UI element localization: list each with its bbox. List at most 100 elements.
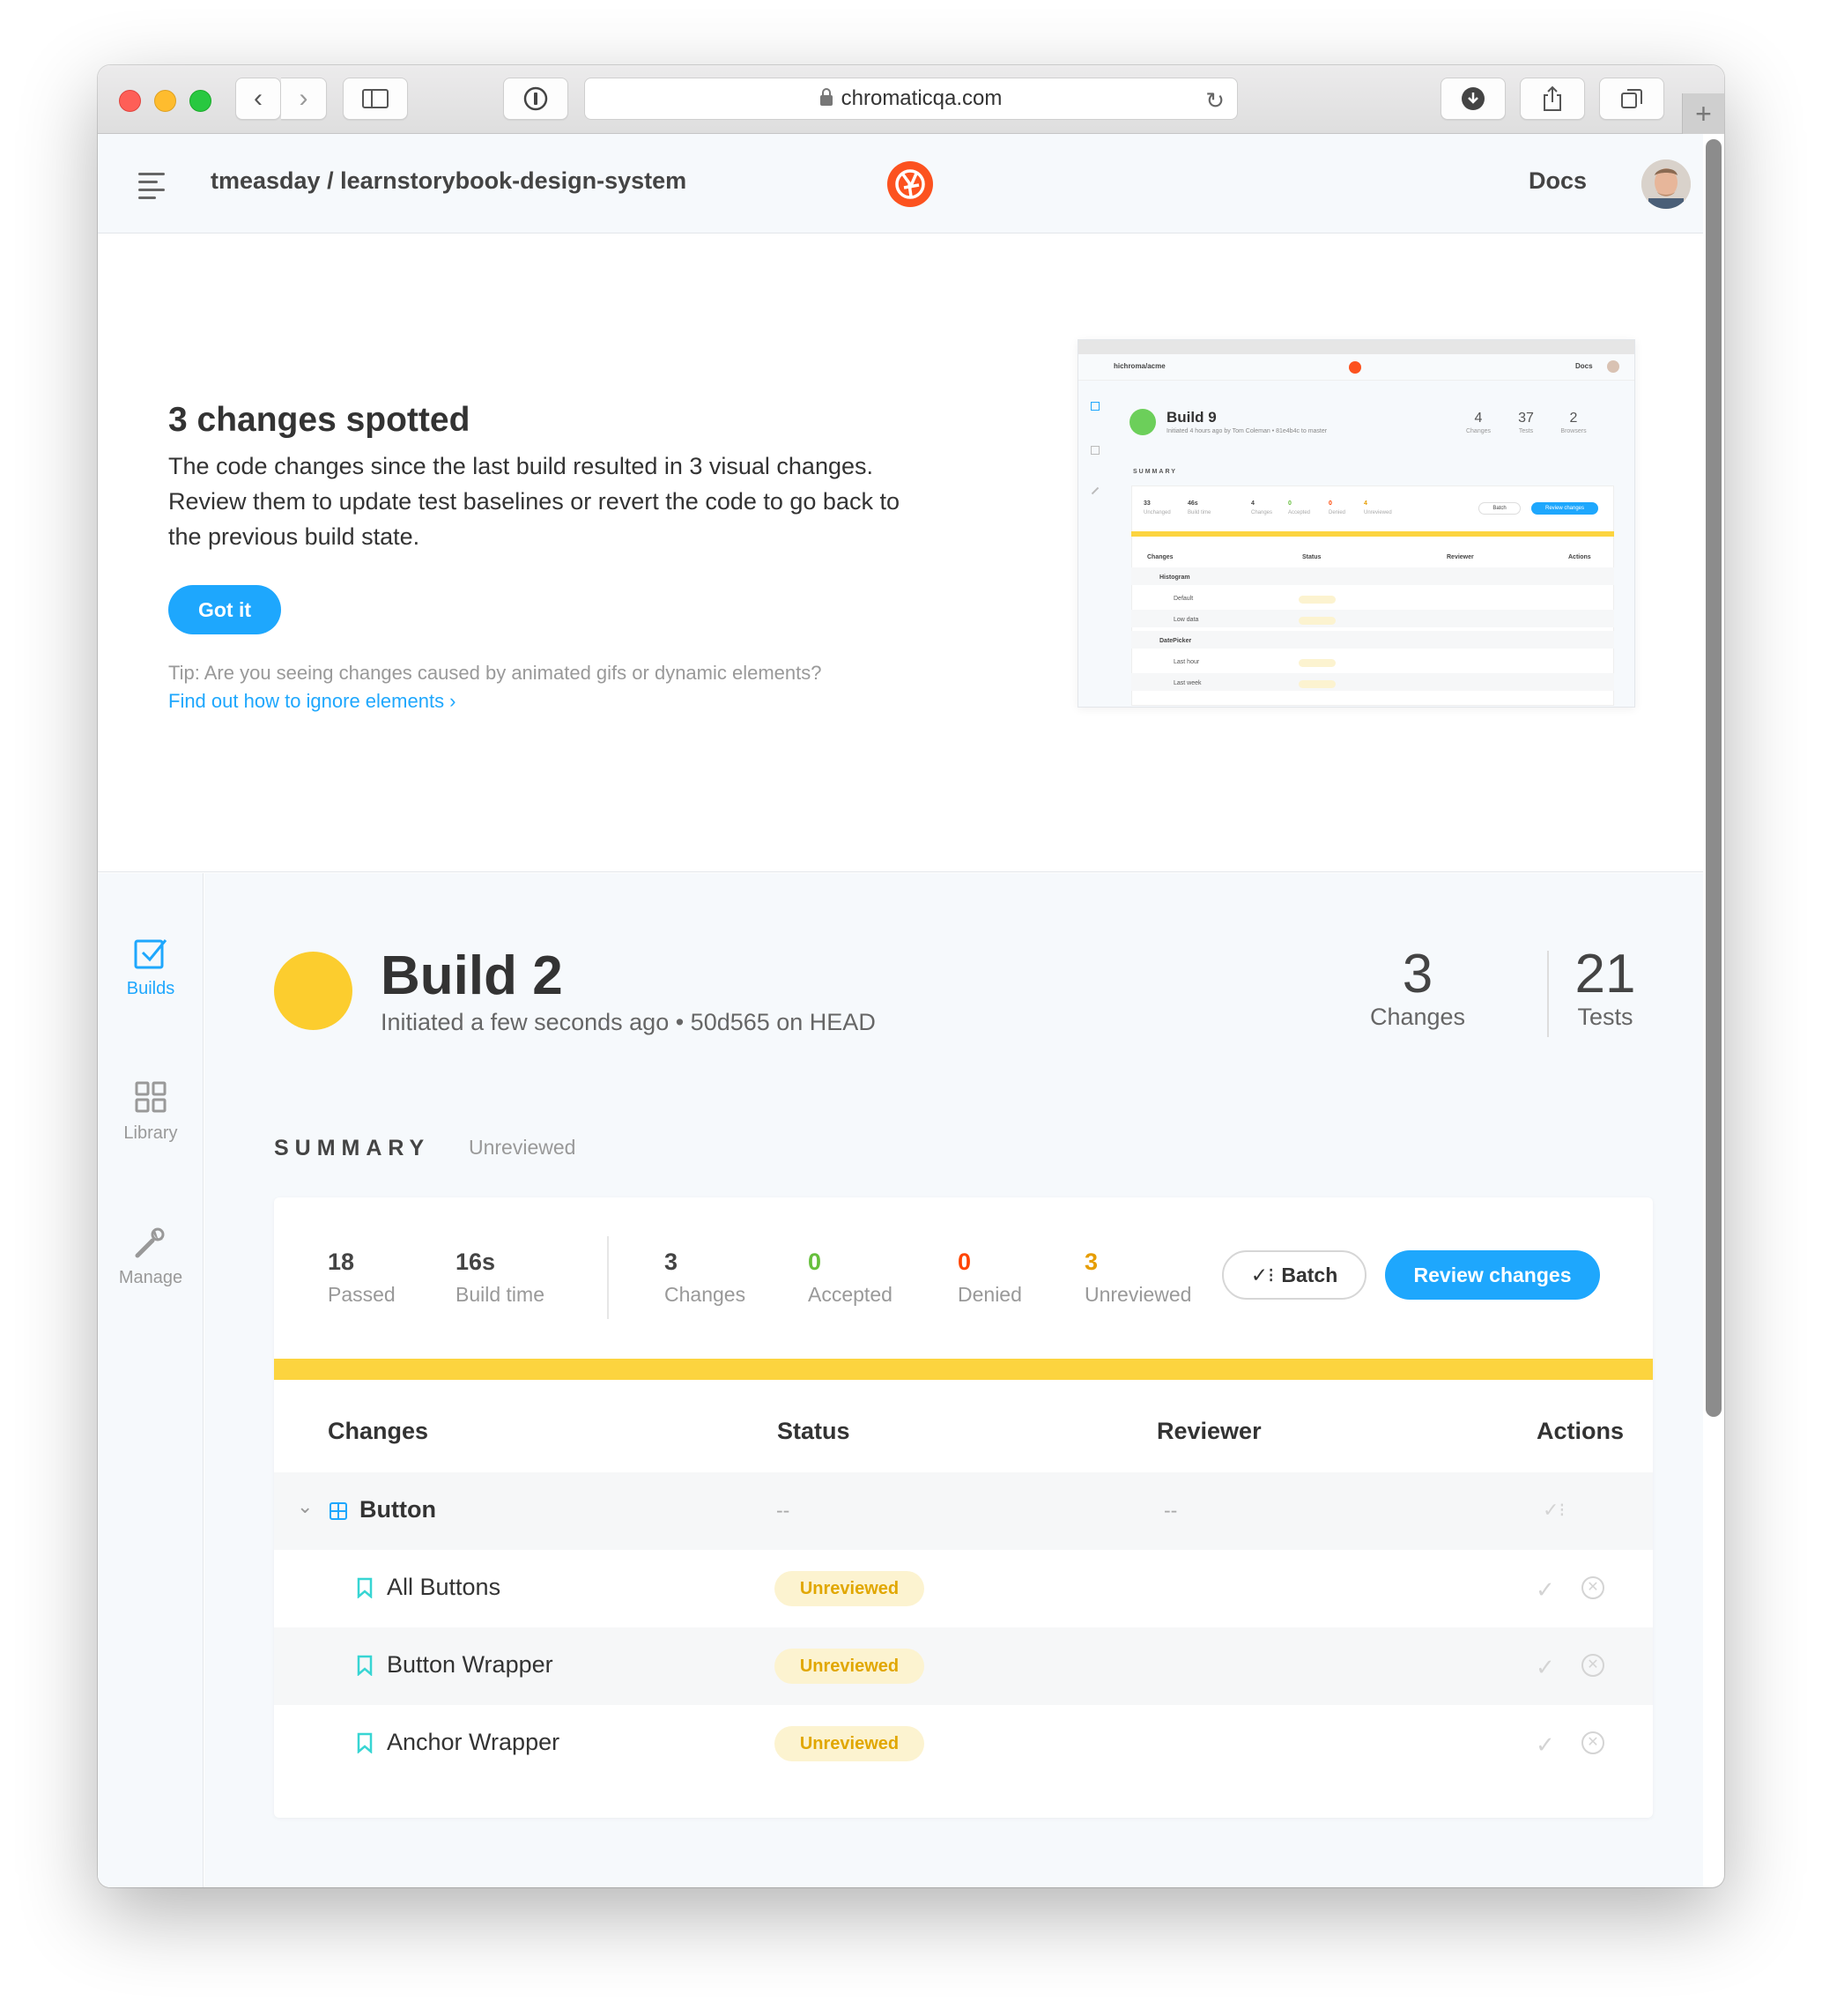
- thumb-column-header: Changes: [1147, 554, 1174, 560]
- bookmark-icon: [357, 1577, 373, 1598]
- story-row[interactable]: Anchor Wrapper Unreviewed ✓ ✕: [274, 1705, 1653, 1783]
- tests-stat: 21 Tests: [1561, 945, 1649, 1031]
- changes-stat-value: 3: [1402, 944, 1433, 1004]
- column-header-status: Status: [777, 1418, 850, 1444]
- thumb-logo: [1349, 361, 1361, 374]
- accept-check-icon[interactable]: ✓: [1536, 1731, 1555, 1759]
- tabs-icon: [1621, 89, 1642, 108]
- story-row[interactable]: Button Wrapper Unreviewed ✓ ✕: [274, 1627, 1653, 1705]
- review-changes-button[interactable]: Review changes: [1385, 1250, 1600, 1300]
- downloads-button[interactable]: [1441, 78, 1506, 120]
- grid-icon: [135, 1081, 167, 1113]
- plus-icon: +: [1695, 97, 1712, 130]
- menu-icon[interactable]: [138, 173, 165, 204]
- thumb-row-name: Last hour: [1174, 659, 1200, 665]
- story-name: Button Wrapper: [387, 1651, 553, 1678]
- thumb-mini-label: Build time: [1188, 510, 1211, 515]
- thumb-column-header: Actions: [1568, 554, 1591, 560]
- thumb-progress-bar: [1131, 531, 1614, 537]
- thumb-repo: hichroma/acme: [1114, 362, 1166, 370]
- reload-icon[interactable]: ↻: [1205, 87, 1225, 115]
- summary-heading: SUMMARY: [274, 1136, 431, 1160]
- tests-stat-label: Tests: [1577, 1004, 1633, 1030]
- share-button[interactable]: [1520, 78, 1585, 120]
- browser-window: ‹ › chromaticqa.com ↻ + tmeasday / learn…: [98, 65, 1724, 1887]
- thumb-titlebar: [1078, 340, 1634, 354]
- deny-icon[interactable]: ✕: [1581, 1576, 1604, 1599]
- sidebar-toggle-button[interactable]: [343, 78, 408, 120]
- password-manager-button[interactable]: [503, 78, 568, 120]
- bookmark-icon: [357, 1732, 373, 1753]
- got-it-button[interactable]: Got it: [168, 585, 281, 634]
- thumb-column-header: Reviewer: [1447, 554, 1474, 560]
- build-main: Build 2 Initiated a few seconds ago • 50…: [204, 873, 1703, 1887]
- side-nav: Builds Library Manage: [98, 873, 204, 1887]
- thumb-mini-label: Changes: [1251, 510, 1273, 515]
- minimize-window-button[interactable]: [154, 90, 176, 112]
- metric-value: 16s: [456, 1249, 496, 1275]
- thumb-mini-value: 46s: [1188, 500, 1198, 507]
- changes-stat: 3 Changes: [1360, 945, 1475, 1031]
- component-name: Button: [359, 1496, 436, 1523]
- thumb-group-row: [1131, 631, 1614, 649]
- thumb-batch-button: Batch: [1478, 502, 1521, 515]
- thumb-row-name: DatePicker: [1159, 638, 1192, 644]
- metric-label: Accepted: [808, 1283, 892, 1306]
- nav-item-builds[interactable]: Builds: [98, 935, 204, 999]
- thumb-column-header: Status: [1302, 554, 1322, 560]
- address-bar[interactable]: chromaticqa.com ↻: [584, 78, 1238, 120]
- accept-check-icon[interactable]: ✓: [1536, 1654, 1555, 1681]
- onboarding-tip: Tip: Are you seeing changes caused by an…: [168, 662, 822, 684]
- tabs-overview-button[interactable]: [1599, 78, 1664, 120]
- batch-accept-icon[interactable]: ✓⁝: [1543, 1499, 1565, 1522]
- close-window-button[interactable]: [119, 90, 141, 112]
- repo-name[interactable]: tmeasday / learnstorybook-design-system: [211, 167, 686, 195]
- deny-icon[interactable]: ✕: [1581, 1731, 1604, 1754]
- scrollbar[interactable]: [1706, 139, 1722, 1417]
- chevron-down-icon[interactable]: ⌄: [297, 1495, 313, 1518]
- chromatic-logo[interactable]: [887, 161, 933, 207]
- thumb-builds-icon: [1091, 402, 1100, 411]
- thumb-mini-value: 4: [1251, 500, 1255, 507]
- stat-divider: [1547, 951, 1549, 1037]
- column-header-reviewer: Reviewer: [1157, 1418, 1262, 1444]
- build-time-metric: 16s Build time: [456, 1249, 544, 1307]
- metric-value: 3: [664, 1249, 678, 1275]
- nav-item-library[interactable]: Library: [98, 1079, 204, 1144]
- back-button[interactable]: ‹: [235, 78, 281, 120]
- thumb-manage-icon: [1091, 486, 1100, 495]
- chevron-left-icon: ‹: [254, 84, 263, 113]
- metric-label: Passed: [328, 1283, 396, 1306]
- page-content: tmeasday / learnstorybook-design-system …: [98, 134, 1703, 1887]
- batch-button[interactable]: ✓⁝ Batch: [1222, 1250, 1366, 1300]
- sidebar-icon: [362, 89, 389, 108]
- metric-value: 18: [328, 1249, 355, 1275]
- deny-icon[interactable]: ✕: [1581, 1654, 1604, 1677]
- component-group-row[interactable]: ⌄ Button -- -- ✓⁝: [274, 1472, 1653, 1550]
- metric-value: 0: [958, 1249, 972, 1275]
- bookmark-icon: [357, 1655, 373, 1676]
- thumb-status-badge: [1299, 680, 1336, 688]
- thumb-mini-value: 0: [1329, 500, 1332, 507]
- thumb-row-bg: [1131, 610, 1614, 627]
- forward-button[interactable]: ›: [281, 78, 327, 120]
- docs-link[interactable]: Docs: [1529, 167, 1587, 195]
- accept-check-icon[interactable]: ✓: [1536, 1576, 1555, 1604]
- zoom-window-button[interactable]: [189, 90, 211, 112]
- review-progress-bar: [274, 1359, 1653, 1380]
- status-badge: Unreviewed: [774, 1571, 924, 1606]
- story-row[interactable]: All Buttons Unreviewed ✓ ✕: [274, 1550, 1653, 1627]
- build-subtitle: Initiated a few seconds ago • 50d565 on …: [381, 1009, 876, 1035]
- thumb-row-name: Histogram: [1159, 574, 1190, 581]
- thumb-stat-label: Browsers: [1560, 428, 1587, 434]
- metric-value: 0: [808, 1249, 822, 1275]
- avatar[interactable]: [1641, 159, 1691, 209]
- thumb-mini-value: 0: [1288, 500, 1292, 507]
- thumb-row-name: Last week: [1174, 680, 1202, 686]
- ignore-elements-link[interactable]: Find out how to ignore elements ›: [168, 690, 456, 713]
- new-tab-button[interactable]: +: [1682, 93, 1724, 134]
- build-title: Build 2: [381, 945, 563, 1006]
- wrench-icon: [135, 1227, 165, 1258]
- nav-label-manage: Manage: [118, 1268, 183, 1287]
- nav-item-manage[interactable]: Manage: [98, 1224, 204, 1288]
